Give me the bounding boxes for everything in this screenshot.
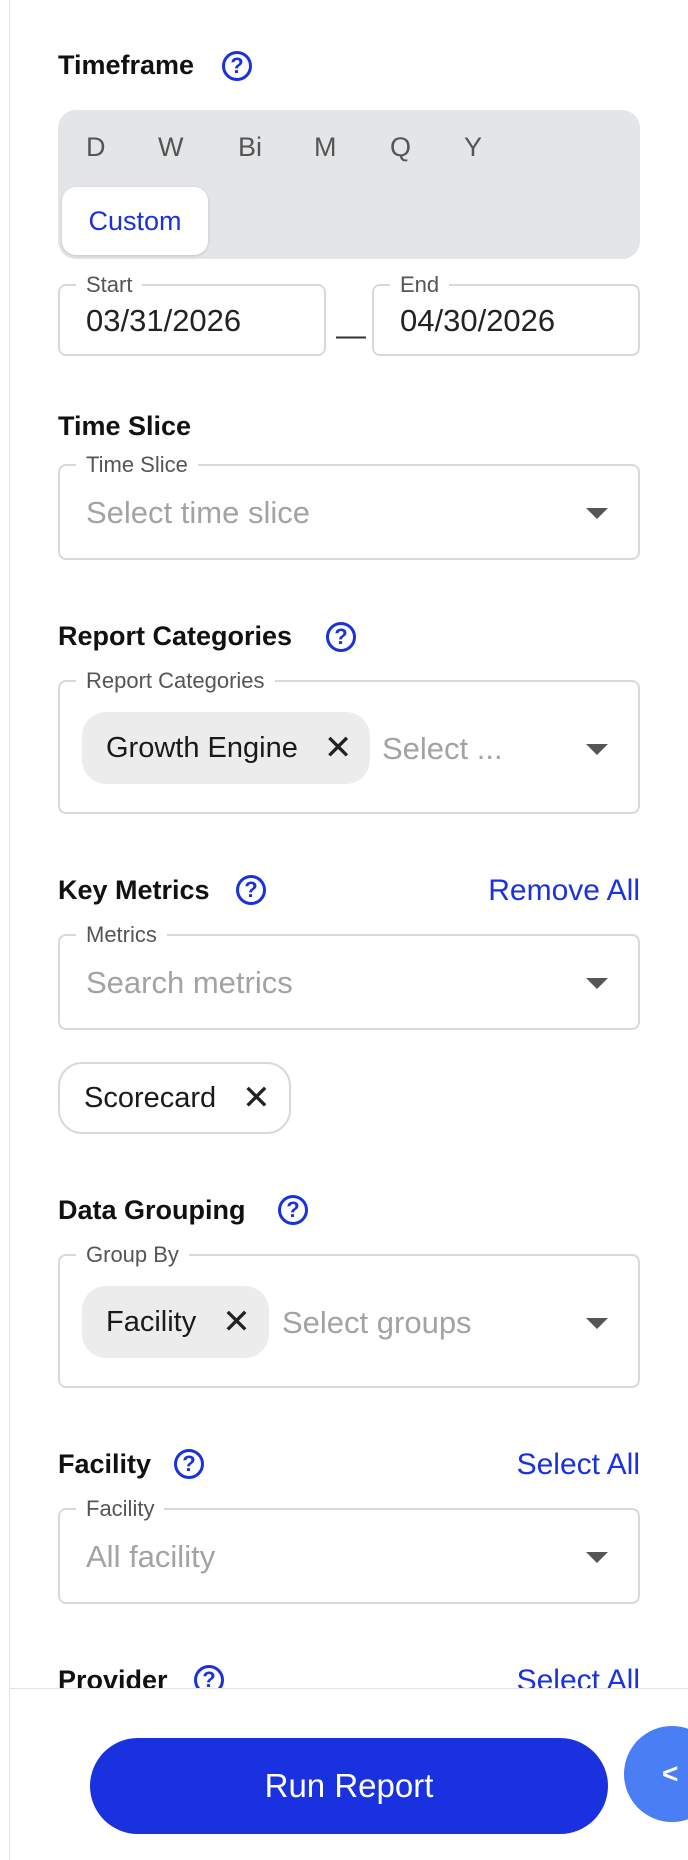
timeframe-option-quarter[interactable]: Q [390, 134, 411, 161]
report-categories-title: Report Categories [58, 621, 293, 651]
chevron-left-icon[interactable]: < [624, 1726, 688, 1822]
remove-all-metrics-button[interactable]: Remove All [488, 876, 640, 906]
time-slice-placeholder: Select time slice [86, 495, 310, 530]
metrics-label: Metrics [76, 922, 167, 948]
filter-panel[interactable]: Timeframe ? D W Bi M Q Y Custom Start 03… [0, 0, 688, 1688]
group-by-placeholder: Select groups [282, 1305, 472, 1340]
start-date-field[interactable]: Start 03/31/2026 [58, 272, 326, 356]
chevron-down-icon[interactable] [586, 744, 608, 755]
chip-label: Scorecard [84, 1081, 217, 1114]
timeframe-option-custom[interactable]: Custom [62, 187, 208, 255]
timeframe-option-biweekly[interactable]: Bi [238, 134, 262, 161]
report-categories-placeholder: Select ... [382, 731, 503, 766]
date-range-separator: — [336, 319, 366, 352]
chevron-down-icon[interactable] [586, 1318, 608, 1329]
data-grouping-title: Data Grouping [58, 1195, 246, 1225]
report-categories-help-icon[interactable]: ? [326, 622, 356, 652]
timeframe-option-day[interactable]: D [86, 134, 106, 161]
close-icon[interactable]: ✕ [324, 731, 353, 765]
end-date-value: 04/30/2026 [400, 303, 556, 338]
close-icon[interactable]: ✕ [242, 1081, 271, 1115]
facility-select[interactable]: Facility All facility [58, 1496, 640, 1604]
chip-label: Facility [106, 1305, 197, 1338]
start-date-label: Start [76, 272, 143, 298]
time-slice-label: Time Slice [76, 452, 198, 478]
chip-facility: Facility ✕ [82, 1286, 269, 1358]
footer-divider [9, 1688, 688, 1689]
end-date-label: End [390, 272, 450, 298]
key-metrics-help-icon[interactable]: ? [236, 875, 266, 905]
facility-help-icon[interactable]: ? [174, 1449, 204, 1479]
start-date-value: 03/31/2026 [86, 303, 242, 338]
metrics-search-input[interactable]: Metrics Search metrics [58, 922, 640, 1030]
timeframe-option-year[interactable]: Y [464, 134, 482, 161]
facility-title: Facility [58, 1449, 152, 1479]
time-slice-title: Time Slice [58, 411, 192, 441]
chevron-down-icon[interactable] [586, 978, 608, 989]
run-report-button[interactable]: Run Report [90, 1738, 608, 1834]
timeframe-option-week[interactable]: W [158, 134, 183, 161]
provider-help-icon[interactable]: ? [194, 1665, 224, 1688]
select-all-facility-button[interactable]: Select All [517, 1450, 640, 1480]
timeframe-option-month[interactable]: M [314, 134, 337, 161]
chevron-down-icon[interactable] [586, 508, 608, 519]
facility-placeholder: All facility [86, 1539, 216, 1574]
data-grouping-help-icon[interactable]: ? [278, 1195, 308, 1225]
close-icon[interactable]: ✕ [222, 1305, 251, 1339]
report-categories-label: Report Categories [76, 668, 275, 694]
group-by-label: Group By [76, 1242, 189, 1268]
end-date-field[interactable]: End 04/30/2026 [372, 272, 640, 356]
group-by-select[interactable]: Group By Facility ✕ Select groups [58, 1242, 640, 1388]
key-metrics-title: Key Metrics [58, 875, 210, 905]
provider-title: Provider [58, 1665, 168, 1689]
report-categories-select[interactable]: Report Categories Growth Engine ✕ Select… [58, 668, 640, 814]
chip-label: Growth Engine [106, 731, 298, 764]
timeframe-title: Timeframe [58, 50, 195, 80]
facility-label: Facility [76, 1496, 165, 1522]
chevron-down-icon[interactable] [586, 1552, 608, 1563]
chip-growth-engine: Growth Engine ✕ [82, 712, 371, 784]
time-slice-select[interactable]: Time Slice Select time slice [58, 452, 640, 560]
select-all-provider-button[interactable]: Select All [517, 1666, 640, 1689]
metrics-placeholder: Search metrics [86, 965, 293, 1000]
chip-scorecard: Scorecard ✕ [58, 1062, 291, 1134]
timeframe-help-icon[interactable]: ? [222, 51, 252, 81]
